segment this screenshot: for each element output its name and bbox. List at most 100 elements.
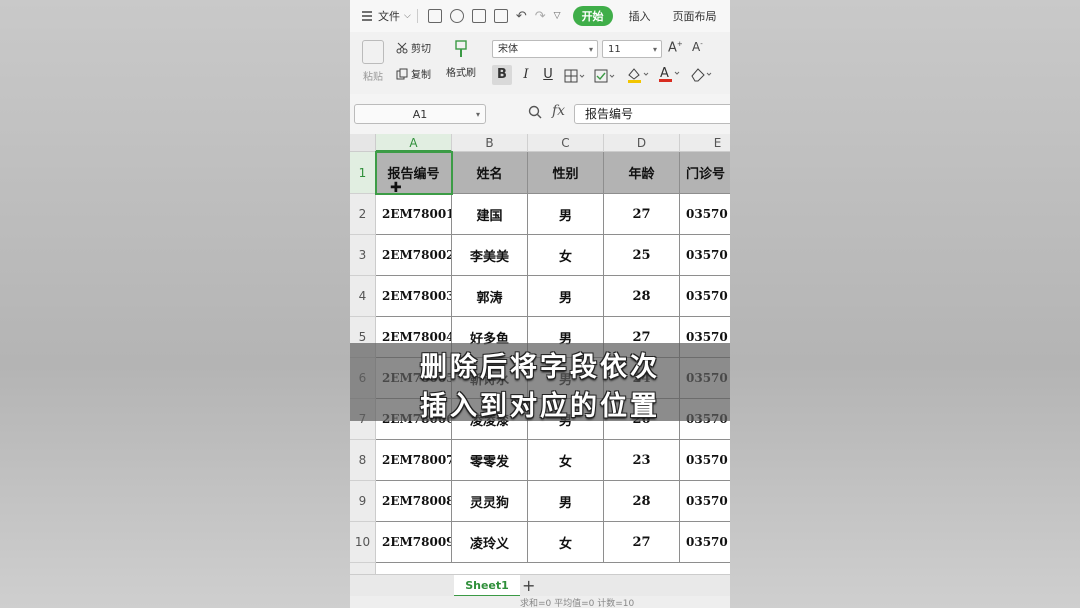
blurred-background-right — [730, 0, 1080, 608]
table-cell[interactable]: 28 — [604, 481, 680, 522]
copy-button[interactable]: 复制 — [396, 66, 431, 81]
table-cell[interactable]: 2EM78001 — [376, 194, 452, 235]
status-summary: 求和=0 平均值=0 计数=10 — [520, 599, 635, 608]
file-menu[interactable]: 文件 ⌵ — [360, 8, 411, 24]
italic-button[interactable]: I — [516, 65, 536, 85]
row-header-2[interactable]: 2 — [350, 194, 376, 235]
export-icon[interactable] — [449, 9, 464, 23]
fx-icon[interactable]: fx — [552, 103, 565, 119]
file-menu-label: 文件 — [378, 10, 400, 23]
subtitle-line-2: 插入到对应的位置 — [420, 391, 660, 422]
table-cell[interactable]: 03570 — [680, 522, 730, 563]
copy-icon — [396, 68, 408, 80]
table-cell[interactable]: 03570 — [680, 481, 730, 522]
header-cell[interactable]: 报告编号 — [376, 152, 452, 194]
name-box[interactable]: A1 ▾ — [354, 104, 486, 124]
table-cell[interactable]: 男 — [528, 194, 604, 235]
table-cell[interactable]: 女 — [528, 522, 604, 563]
subtitle-line-1: 删除后将字段依次 — [420, 352, 660, 383]
eraser-icon[interactable] — [690, 66, 714, 88]
table-cell[interactable]: 女 — [528, 440, 604, 481]
table-cell[interactable]: 28 — [604, 276, 680, 317]
bold-button[interactable]: B — [492, 65, 512, 85]
hamburger-icon — [360, 9, 374, 23]
paste-button[interactable]: 粘贴 — [358, 40, 388, 83]
formula-input[interactable]: 报告编号 — [574, 104, 730, 124]
font-color-icon[interactable]: A — [658, 65, 682, 87]
copy-label: 复制 — [411, 70, 431, 81]
tab-start[interactable]: 开始 — [572, 6, 613, 26]
header-cell[interactable]: 性别 — [528, 152, 604, 194]
table-cell[interactable]: 2EM78003 — [376, 276, 452, 317]
cut-button[interactable]: 剪切 — [396, 40, 431, 55]
customize-toolbar-icon[interactable]: ▽ — [554, 11, 561, 21]
font-size-value: 11 — [608, 44, 621, 55]
chevron-down-icon: ▾ — [475, 110, 480, 119]
column-header-d[interactable]: D — [604, 134, 680, 152]
header-cell[interactable]: 年龄 — [604, 152, 680, 194]
font-name-value: 宋体 — [498, 44, 518, 55]
row-header-3[interactable]: 3 — [350, 235, 376, 276]
table-cell[interactable]: 03570 — [680, 235, 730, 276]
fill-color-icon[interactable] — [626, 66, 650, 88]
tab-insert[interactable]: 插入 — [629, 8, 651, 24]
save-icon[interactable] — [427, 9, 442, 23]
svg-text:A: A — [660, 66, 669, 81]
select-all-corner[interactable] — [350, 134, 376, 152]
table-cell[interactable]: 男 — [528, 481, 604, 522]
table-cell[interactable]: 李美美 — [452, 235, 528, 276]
table-cell[interactable]: 03570 — [680, 194, 730, 235]
row-header-9[interactable]: 9 — [350, 481, 376, 522]
scissors-icon — [396, 42, 408, 54]
column-header-b[interactable]: B — [452, 134, 528, 152]
row-header-10[interactable]: 10 — [350, 522, 376, 563]
table-cell[interactable]: 03570 — [680, 440, 730, 481]
print-preview-icon[interactable] — [493, 9, 508, 23]
top-menu-bar: 文件 ⌵ ↶ ↷ ▽ 开始 插入 页面布局 — [350, 0, 730, 32]
column-header-a[interactable]: A — [376, 134, 452, 152]
underline-button[interactable]: U — [538, 65, 558, 85]
table-cell[interactable]: 建国 — [452, 194, 528, 235]
status-bar: 求和=0 平均值=0 计数=10 — [350, 596, 730, 608]
decrease-font-icon[interactable]: A- — [692, 40, 703, 54]
font-name-select[interactable]: 宋体 ▾ — [492, 40, 598, 58]
table-cell[interactable]: 03570 — [680, 276, 730, 317]
row-header-4[interactable]: 4 — [350, 276, 376, 317]
format-painter-button[interactable]: 格式刷 — [446, 40, 476, 79]
column-header-e[interactable]: E — [680, 134, 730, 152]
cursor-cross-icon: ✚ — [390, 180, 402, 196]
table-cell[interactable]: 27 — [604, 194, 680, 235]
table-cell[interactable]: 25 — [604, 235, 680, 276]
table-cell[interactable]: 27 — [604, 522, 680, 563]
table-cell[interactable]: 23 — [604, 440, 680, 481]
table-cell[interactable]: 女 — [528, 235, 604, 276]
zoom-icon[interactable] — [528, 105, 542, 122]
table-cell[interactable]: 灵灵狗 — [452, 481, 528, 522]
format-painter-icon — [453, 40, 469, 58]
table-cell[interactable]: 凌玲义 — [452, 522, 528, 563]
sheet-tab-sheet1[interactable]: Sheet1 — [454, 575, 520, 597]
row-header-1[interactable]: 1 — [350, 152, 376, 194]
table-cell[interactable]: 2EM78008 — [376, 481, 452, 522]
table-cell[interactable]: 零零发 — [452, 440, 528, 481]
increase-font-icon[interactable]: A+ — [668, 40, 683, 55]
header-cell[interactable]: 姓名 — [452, 152, 528, 194]
print-icon[interactable] — [471, 9, 486, 23]
tab-page-layout[interactable]: 页面布局 — [673, 8, 717, 24]
cell-style-icon[interactable] — [594, 68, 616, 87]
row-header-8[interactable]: 8 — [350, 440, 376, 481]
font-size-select[interactable]: 11 ▾ — [602, 40, 662, 58]
table-cell[interactable]: 男 — [528, 276, 604, 317]
table-cell[interactable]: 2EM78002 — [376, 235, 452, 276]
header-cell[interactable]: 门诊号 — [680, 152, 730, 194]
table-cell[interactable]: 2EM78007 — [376, 440, 452, 481]
borders-icon[interactable] — [564, 68, 586, 87]
table-cell[interactable]: 2EM78009 — [376, 522, 452, 563]
undo-icon[interactable]: ↶ — [516, 9, 527, 24]
redo-icon[interactable]: ↷ — [535, 9, 546, 24]
column-header-c[interactable]: C — [528, 134, 604, 152]
name-box-value: A1 — [412, 108, 428, 121]
table-cell[interactable]: 郭涛 — [452, 276, 528, 317]
blurred-background-left — [0, 0, 350, 608]
add-sheet-button[interactable]: + — [522, 575, 535, 597]
